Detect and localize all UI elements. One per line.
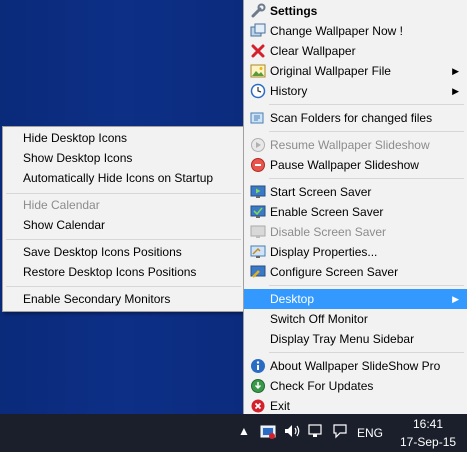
menu-separator	[269, 178, 464, 179]
display-properties-item[interactable]: Display Properties...	[244, 242, 467, 262]
submenu-arrow-icon: ▶	[452, 66, 459, 76]
language-indicator[interactable]: ENG	[357, 426, 383, 440]
tray-context-menu: Settings Change Wallpaper Now ! Clear Wa…	[243, 0, 467, 414]
play-icon	[250, 137, 266, 153]
menu-item-label: Original Wallpaper File	[270, 64, 391, 78]
display-tray-menu-sidebar-item[interactable]: Display Tray Menu Sidebar	[244, 329, 467, 349]
desktop-submenu: Hide Desktop Icons Show Desktop Icons Au…	[2, 126, 245, 312]
auto-hide-icons-item[interactable]: Automatically Hide Icons on Startup	[3, 168, 243, 188]
exit-icon	[250, 398, 266, 414]
switch-off-monitor-item[interactable]: Switch Off Monitor	[244, 309, 467, 329]
info-icon	[250, 358, 266, 374]
clock-date[interactable]: 17-Sep-15	[400, 435, 456, 449]
menu-separator	[269, 104, 464, 105]
menu-separator	[269, 352, 464, 353]
monitor-icon	[250, 204, 266, 220]
taskbar: ▲ ENG 16:41 17-Sep-15	[0, 414, 467, 452]
wrench-icon	[250, 3, 266, 19]
original-wallpaper-file-item[interactable]: Original Wallpaper File ▶	[244, 61, 467, 81]
restore-icon-positions-item[interactable]: Restore Desktop Icons Positions	[3, 262, 243, 282]
menu-item-label: Display Tray Menu Sidebar	[270, 332, 415, 346]
menu-item-label: Desktop	[270, 292, 315, 306]
resume-slideshow-item: Resume Wallpaper Slideshow	[244, 135, 467, 155]
menu-item-label: Enable Secondary Monitors	[23, 292, 171, 306]
clear-wallpaper-item[interactable]: Clear Wallpaper	[244, 41, 467, 61]
wallpaper-change-icon	[250, 23, 266, 39]
display-settings-icon	[250, 244, 266, 260]
menu-item-label: Scan Folders for changed files	[270, 111, 433, 125]
globe-update-icon	[250, 378, 266, 394]
clock-icon	[250, 83, 266, 99]
menu-item-label: Clear Wallpaper	[270, 44, 356, 58]
menu-item-label: Automatically Hide Icons on Startup	[23, 171, 214, 185]
menu-item-label: Restore Desktop Icons Positions	[23, 265, 197, 279]
wallpaper-slideshow-tray-icon[interactable]	[260, 424, 276, 443]
save-icon-positions-item[interactable]: Save Desktop Icons Positions	[3, 242, 243, 262]
menu-item-label: Check For Updates	[270, 379, 374, 393]
menu-separator	[6, 286, 241, 287]
menu-item-label: Start Screen Saver	[270, 185, 372, 199]
menu-item-label: Disable Screen Saver	[270, 225, 387, 239]
menu-item-label: Save Desktop Icons Positions	[23, 245, 182, 259]
enable-screen-saver-item[interactable]: Enable Screen Saver	[244, 202, 467, 222]
action-center-icon[interactable]	[332, 423, 348, 442]
menu-separator	[269, 285, 464, 286]
menu-item-label: Hide Desktop Icons	[23, 131, 128, 145]
pause-icon	[250, 157, 266, 173]
disable-screen-saver-item: Disable Screen Saver	[244, 222, 467, 242]
about-item[interactable]: About Wallpaper SlideShow Pro	[244, 356, 467, 376]
menu-item-label: Switch Off Monitor	[270, 312, 368, 326]
menu-separator	[6, 193, 241, 194]
screen-config-icon	[250, 264, 266, 280]
check-updates-item[interactable]: Check For Updates	[244, 376, 467, 396]
menu-item-label: Settings	[270, 4, 318, 18]
folder-scan-icon	[250, 110, 266, 126]
monitor-disabled-icon	[250, 224, 266, 240]
configure-screen-saver-item[interactable]: Configure Screen Saver	[244, 262, 467, 282]
menu-item-label: Hide Calendar	[23, 198, 100, 212]
pause-slideshow-item[interactable]: Pause Wallpaper Slideshow	[244, 155, 467, 175]
hide-desktop-icons-item[interactable]: Hide Desktop Icons	[3, 128, 243, 148]
history-item[interactable]: History ▶	[244, 81, 467, 101]
menu-item-label: Resume Wallpaper Slideshow	[270, 138, 430, 152]
red-x-icon	[250, 43, 266, 59]
menu-item-label: Show Desktop Icons	[23, 151, 133, 165]
menu-item-label: Display Properties...	[270, 245, 378, 259]
exit-item[interactable]: Exit	[244, 396, 467, 416]
monitor-play-icon	[250, 184, 266, 200]
menu-item-label: Exit	[270, 399, 291, 413]
picture-icon	[250, 63, 266, 79]
menu-item-label: About Wallpaper SlideShow Pro	[270, 359, 441, 373]
network-icon[interactable]	[308, 423, 324, 442]
menu-separator	[6, 239, 241, 240]
submenu-arrow-icon: ▶	[452, 294, 459, 304]
scan-folders-item[interactable]: Scan Folders for changed files	[244, 108, 467, 128]
menu-item-label: Configure Screen Saver	[270, 265, 399, 279]
settings-item[interactable]: Settings	[244, 1, 467, 21]
menu-separator	[269, 131, 464, 132]
start-screen-saver-item[interactable]: Start Screen Saver	[244, 182, 467, 202]
show-desktop-icons-item[interactable]: Show Desktop Icons	[3, 148, 243, 168]
show-calendar-item[interactable]: Show Calendar	[3, 215, 243, 235]
menu-item-label: Enable Screen Saver	[270, 205, 384, 219]
show-hidden-icons-chevron-icon[interactable]: ▲	[238, 424, 250, 438]
volume-icon[interactable]	[284, 423, 302, 442]
desktop-item[interactable]: Desktop ▶	[244, 289, 467, 309]
change-wallpaper-item[interactable]: Change Wallpaper Now !	[244, 21, 467, 41]
submenu-arrow-icon: ▶	[452, 86, 459, 96]
hide-calendar-item: Hide Calendar	[3, 195, 243, 215]
enable-secondary-monitors-item[interactable]: Enable Secondary Monitors	[3, 289, 243, 309]
menu-item-label: Show Calendar	[23, 218, 106, 232]
menu-item-label: Change Wallpaper Now !	[270, 24, 403, 38]
menu-item-label: Pause Wallpaper Slideshow	[270, 158, 419, 172]
menu-item-label: History	[270, 84, 308, 98]
clock-time[interactable]: 16:41	[413, 417, 443, 431]
